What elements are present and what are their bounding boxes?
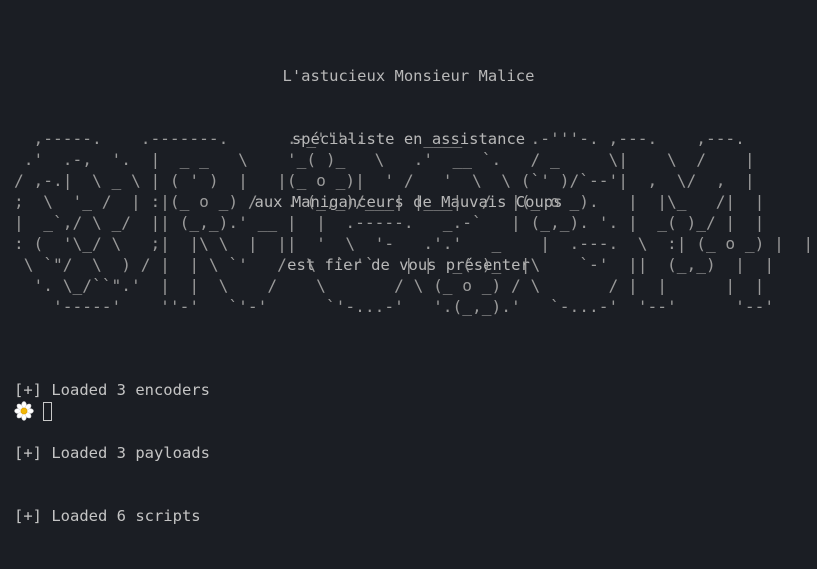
log-line-encoders: [+] Loaded 3 encoders xyxy=(14,381,210,399)
log-line-scripts: [+] Loaded 6 scripts xyxy=(14,507,201,525)
daisy-flower-icon xyxy=(14,401,34,421)
intro-line-1: L'astucieux Monsieur Malice xyxy=(282,67,535,85)
terminal-window[interactable]: L'astucieux Monsieur Malice spécialiste … xyxy=(0,0,817,525)
text-cursor[interactable] xyxy=(43,401,52,421)
log-line-payloads: [+] Loaded 3 payloads xyxy=(14,444,210,462)
ascii-art-banner: ,-----. .-------. .-_'''-. ____ .-'''-. … xyxy=(14,129,814,316)
load-log: [+] Loaded 3 encoders [+] Loaded 3 paylo… xyxy=(14,338,210,569)
command-prompt[interactable] xyxy=(14,400,52,422)
